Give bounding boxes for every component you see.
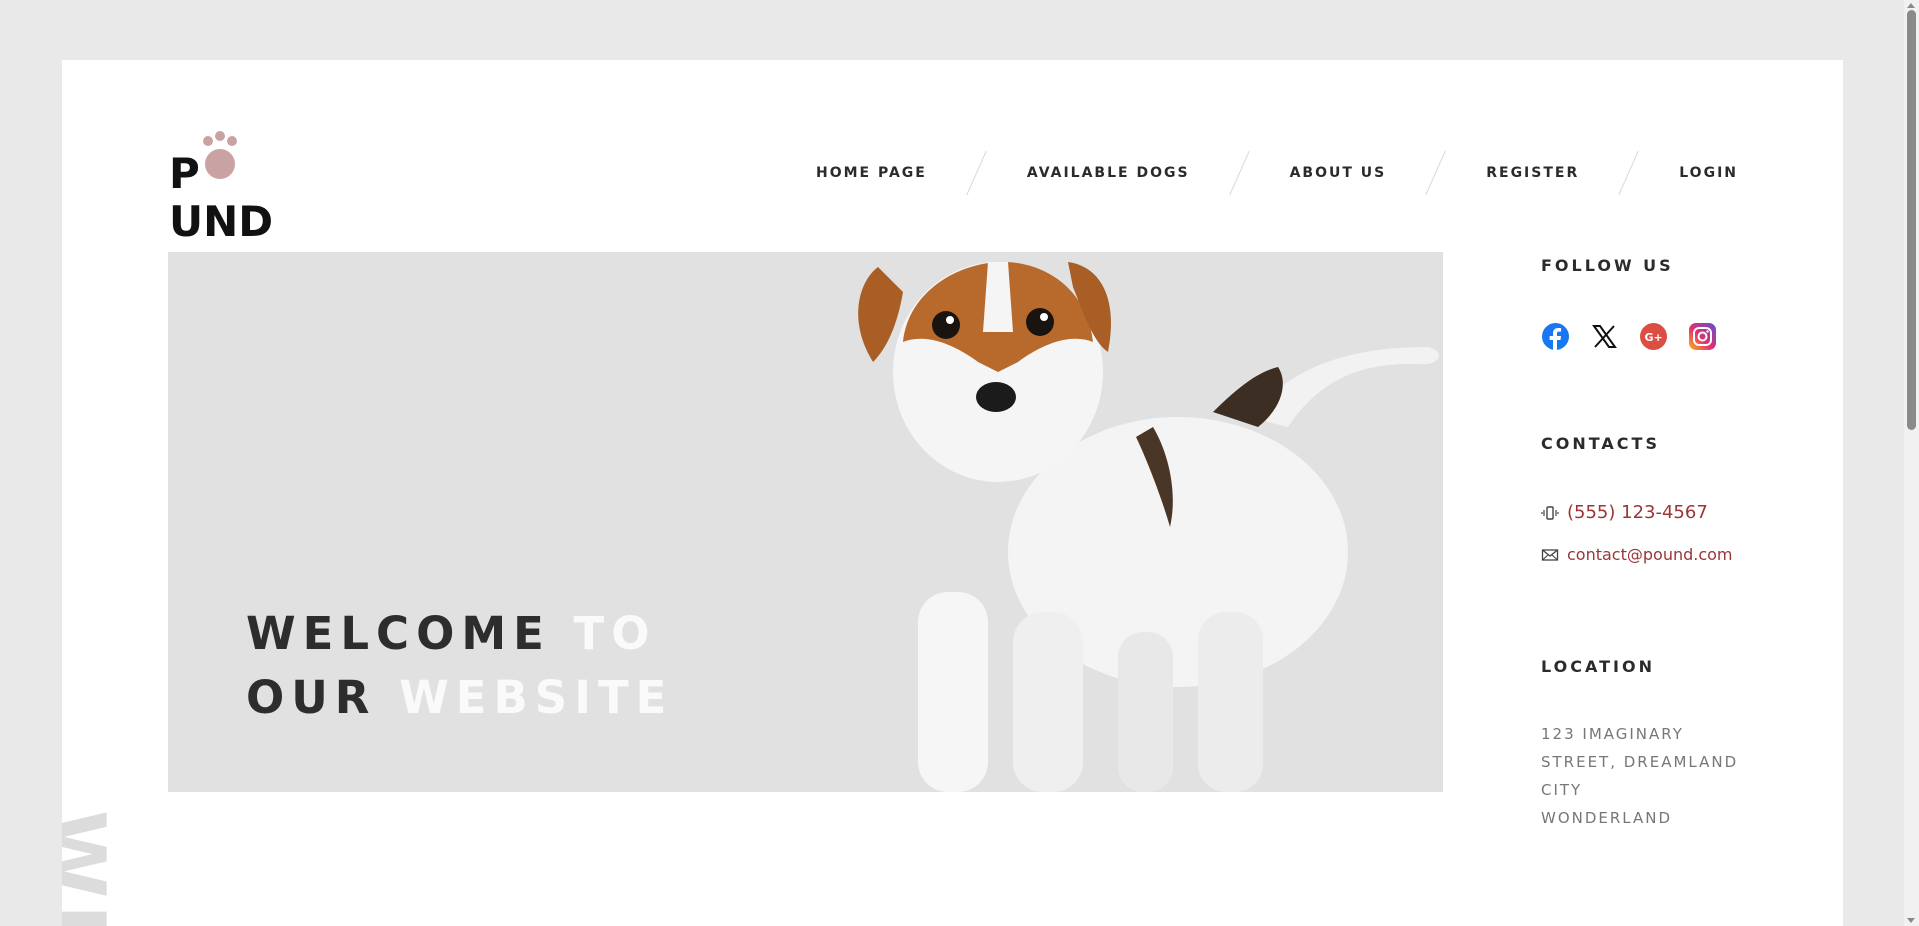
address-line: WONDERLAND bbox=[1541, 809, 1673, 827]
mail-icon bbox=[1541, 548, 1559, 561]
email-link[interactable]: contact@pound.com bbox=[1567, 545, 1733, 564]
address-block: 123 IMAGINARY STREET, DREAMLAND CITY WON… bbox=[1541, 720, 1746, 832]
hero-word-to: TO bbox=[573, 607, 657, 660]
scroll-up-arrow-icon[interactable] bbox=[1907, 3, 1915, 8]
address-line: CITY bbox=[1541, 781, 1583, 799]
nav-available-dogs[interactable]: AVAILABLE DOGS bbox=[1027, 165, 1190, 181]
nav-divider bbox=[1406, 152, 1466, 194]
hero-word-welcome: WELCOME bbox=[246, 607, 551, 660]
scrollbar-thumb[interactable] bbox=[1907, 10, 1916, 430]
phone-link[interactable]: (555) 123-4567 bbox=[1567, 502, 1708, 523]
phone-vibrate-icon bbox=[1541, 505, 1559, 520]
vertical-text: WI bbox=[62, 810, 122, 926]
follow-us-heading: FOLLOW US bbox=[1541, 256, 1674, 275]
email-row: contact@pound.com bbox=[1541, 545, 1733, 564]
hero-word-our: OUR bbox=[246, 671, 377, 724]
page-container: PUND HOME PAGE AVAILABLE DOGS ABOUT US R… bbox=[62, 60, 1843, 926]
puppy-image bbox=[858, 262, 1439, 792]
hero-heading: WELCOME TO OUR WEBSITE bbox=[246, 602, 673, 730]
nav-divider bbox=[1210, 152, 1270, 194]
x-icon[interactable] bbox=[1590, 322, 1619, 351]
nav-login[interactable]: LOGIN bbox=[1679, 165, 1738, 181]
nav-home-page[interactable]: HOME PAGE bbox=[816, 165, 927, 181]
nav-about-us[interactable]: ABOUT US bbox=[1290, 165, 1387, 181]
svg-text:G+: G+ bbox=[1645, 331, 1663, 344]
main-nav: HOME PAGE AVAILABLE DOGS ABOUT US REGIST… bbox=[816, 152, 1738, 194]
hero-word-website: WEBSITE bbox=[399, 671, 674, 724]
address-line: 123 IMAGINARY bbox=[1541, 725, 1684, 743]
google-plus-icon[interactable]: G+ bbox=[1639, 322, 1668, 351]
contacts-heading: CONTACTS bbox=[1541, 434, 1660, 453]
social-links: G+ bbox=[1541, 322, 1717, 351]
decorative-vertical-text: WI bbox=[62, 810, 122, 926]
location-heading: LOCATION bbox=[1541, 657, 1655, 676]
nav-register[interactable]: REGISTER bbox=[1486, 165, 1579, 181]
page-scrollbar[interactable] bbox=[1904, 0, 1919, 926]
scroll-down-arrow-icon[interactable] bbox=[1907, 918, 1915, 923]
instagram-icon[interactable] bbox=[1688, 322, 1717, 351]
nav-divider bbox=[1599, 152, 1659, 194]
address-line: STREET, DREAMLAND bbox=[1541, 753, 1739, 771]
phone-row: (555) 123-4567 bbox=[1541, 502, 1708, 523]
facebook-icon[interactable] bbox=[1541, 322, 1570, 351]
nav-divider bbox=[947, 152, 1007, 194]
site-logo[interactable]: PUND bbox=[169, 130, 334, 246]
hero-banner: WELCOME TO OUR WEBSITE bbox=[168, 252, 1443, 792]
logo-text: PUND bbox=[169, 149, 274, 246]
